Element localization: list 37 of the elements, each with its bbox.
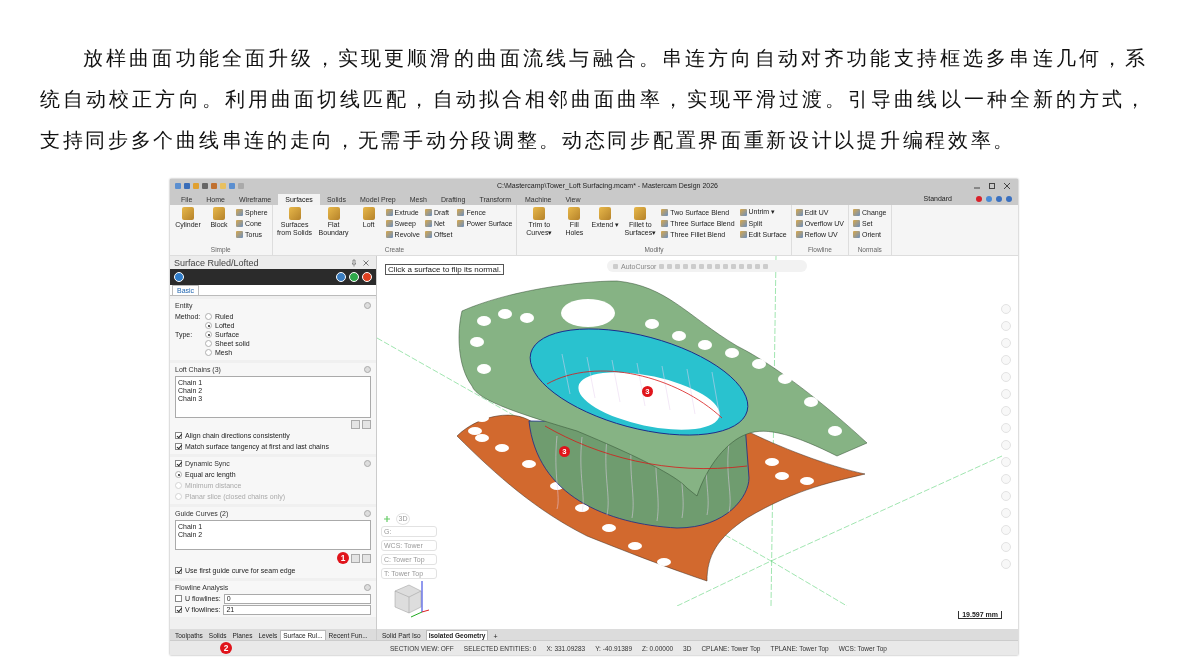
collapse-button[interactable] xyxy=(364,302,371,309)
shape-icon xyxy=(362,207,375,220)
pin-icon[interactable] xyxy=(350,258,358,267)
shape-icon xyxy=(568,207,581,220)
shape-icon xyxy=(288,207,301,220)
radio-button[interactable] xyxy=(205,313,212,320)
collapse-button[interactable] xyxy=(364,510,371,517)
shape-icon xyxy=(327,207,340,220)
close-icon[interactable] xyxy=(362,258,370,267)
shape-icon xyxy=(182,207,194,220)
shape-icon xyxy=(634,207,647,220)
collapse-button[interactable] xyxy=(364,460,371,467)
radio-button[interactable] xyxy=(205,331,212,338)
callout-marker: 1 xyxy=(337,552,349,564)
checkbox[interactable] xyxy=(175,460,182,467)
panel-title: Surface Ruled/Lofted xyxy=(174,257,260,268)
add-icon[interactable] xyxy=(383,514,391,523)
hint-text: Click a surface to flip its normal. xyxy=(385,264,504,275)
shape-icon xyxy=(599,207,612,220)
toolbar-icon[interactable] xyxy=(613,263,618,269)
callout-marker: 2 xyxy=(220,642,232,654)
checkbox[interactable] xyxy=(175,567,182,574)
radio-button[interactable] xyxy=(205,322,212,329)
checkbox[interactable] xyxy=(175,443,182,450)
radio-button[interactable] xyxy=(175,471,182,478)
checkbox[interactable] xyxy=(175,606,182,613)
description-paragraph: 放样曲面功能全面升级，实现更顺滑的曲面流线与融合。串连方向自动对齐功能支持框选多串连几何，系统自动校正方向。利用曲面切线匹配，自动拟合相邻曲面曲率，实现平滑过渡。引导曲线以一种全新的方式，支持同步多个曲线串连的走向，无需手动分段调整。动态同步配置界面重新设计以提升编程效率。 xyxy=(40,46,1148,154)
checkbox[interactable] xyxy=(175,595,182,602)
close-icon[interactable] xyxy=(1003,181,1011,190)
shape-icon xyxy=(213,207,225,220)
radio-button[interactable] xyxy=(205,340,212,347)
shape-icon xyxy=(533,207,546,220)
collapse-button[interactable] xyxy=(364,366,371,373)
collapse-button[interactable] xyxy=(364,584,371,591)
radio-button[interactable] xyxy=(205,349,212,356)
checkbox[interactable] xyxy=(175,432,182,439)
maximize-icon[interactable] xyxy=(988,181,996,190)
